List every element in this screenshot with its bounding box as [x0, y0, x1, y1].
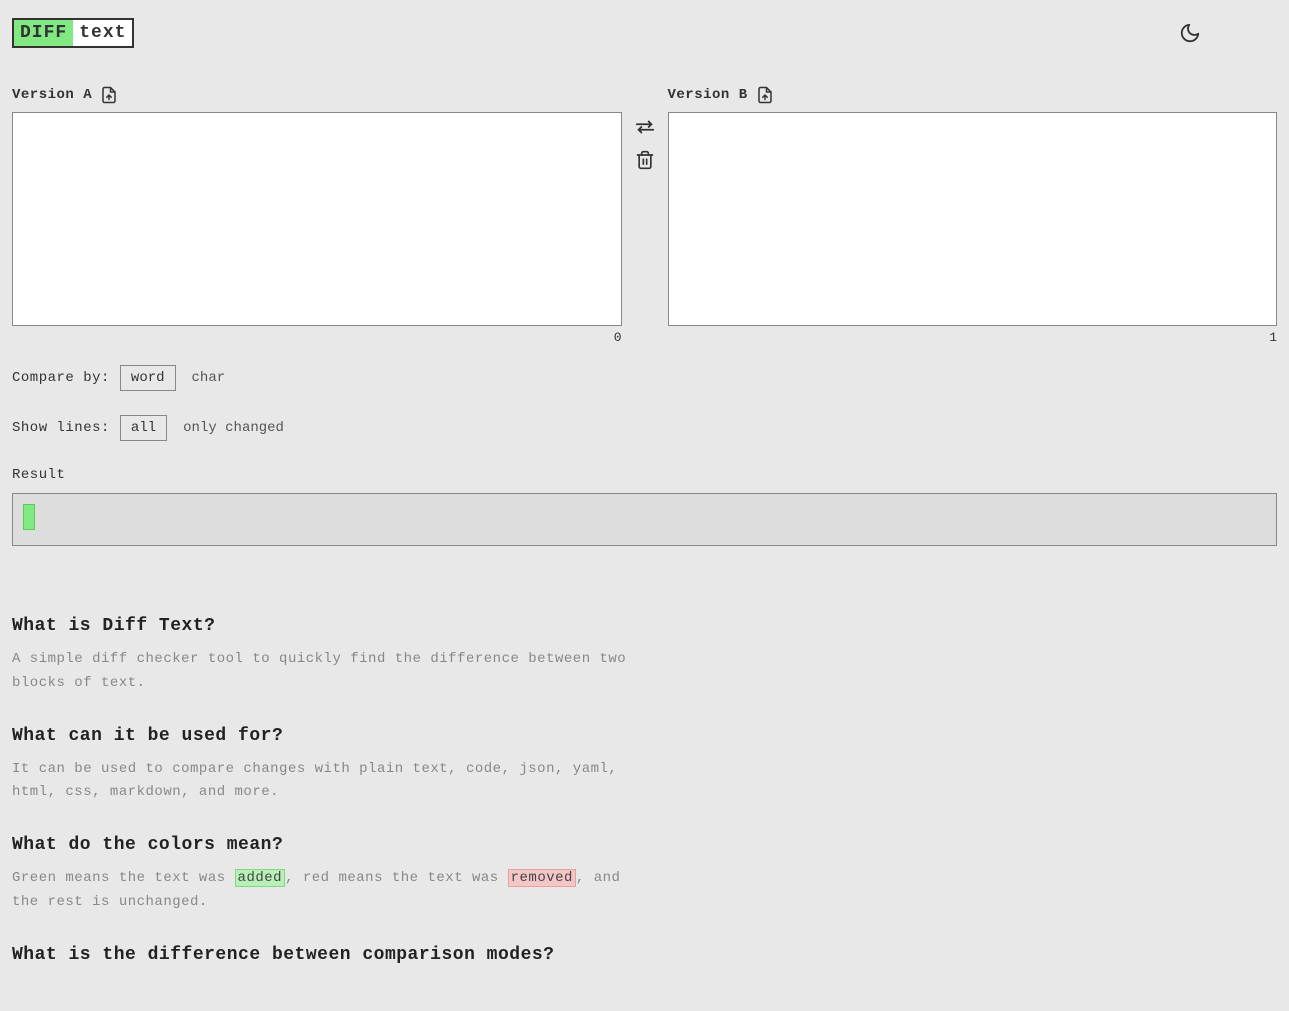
moon-icon: [1179, 22, 1201, 44]
removed-highlight: removed: [508, 869, 576, 887]
upload-a-button[interactable]: [100, 86, 118, 104]
result-label: Result: [12, 467, 1277, 483]
theme-toggle-button[interactable]: [1173, 16, 1207, 50]
faq-q1: What is Diff Text?: [12, 616, 652, 636]
version-b-input[interactable]: [668, 112, 1278, 326]
added-highlight: added: [235, 869, 286, 887]
file-upload-icon: [756, 86, 774, 104]
file-upload-icon: [100, 86, 118, 104]
logo-text: text: [73, 20, 132, 46]
logo[interactable]: DIFF text: [12, 18, 134, 48]
version-a-label: Version A: [12, 87, 92, 103]
compare-by-row: Compare by: word char: [12, 365, 1277, 391]
upload-b-button[interactable]: [756, 86, 774, 104]
show-lines-row: Show lines: all only changed: [12, 415, 1277, 441]
version-b-count: 1: [668, 330, 1278, 345]
clear-button[interactable]: [635, 150, 655, 170]
show-all-button[interactable]: all: [120, 415, 167, 441]
swap-button[interactable]: [634, 116, 656, 138]
compare-by-label: Compare by:: [12, 370, 110, 386]
swap-icon: [634, 116, 656, 138]
compare-word-button[interactable]: word: [120, 365, 176, 391]
faq-a2: It can be used to compare changes with p…: [12, 758, 652, 806]
logo-diff: DIFF: [14, 20, 73, 46]
version-a-input[interactable]: [12, 112, 622, 326]
result-added-mark: [23, 504, 35, 530]
result-box: [12, 493, 1277, 546]
version-b-column: Version B 1: [668, 86, 1278, 345]
faq-a3: Green means the text was added, red mean…: [12, 867, 652, 915]
version-a-column: Version A 0: [12, 86, 622, 345]
faq-q3: What do the colors mean?: [12, 835, 652, 855]
compare-char-button[interactable]: char: [186, 366, 232, 390]
faq-a1: A simple diff checker tool to quickly fi…: [12, 648, 652, 696]
faq-q2: What can it be used for?: [12, 726, 652, 746]
show-changed-button[interactable]: only changed: [177, 416, 290, 440]
version-b-label: Version B: [668, 87, 748, 103]
faq-q4: What is the difference between compariso…: [12, 945, 652, 965]
version-a-count: 0: [12, 330, 622, 345]
show-lines-label: Show lines:: [12, 420, 110, 436]
trash-icon: [635, 150, 655, 170]
